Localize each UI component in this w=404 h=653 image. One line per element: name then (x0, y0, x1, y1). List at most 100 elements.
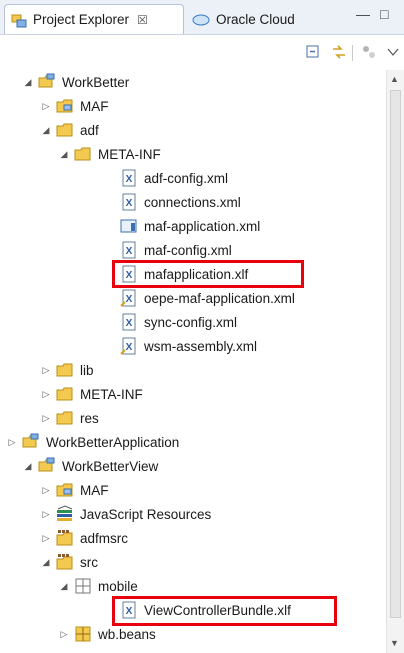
svg-text:X: X (126, 174, 133, 185)
source-folder-icon (56, 529, 74, 547)
tree-item-workbetterview[interactable]: ◢ WorkBetterView (22, 454, 158, 478)
maximize-icon[interactable]: □ (380, 6, 388, 22)
collapsed-arrow-icon[interactable]: ▷ (40, 484, 52, 496)
tree-item-label: ViewControllerBundle.xlf (144, 602, 291, 618)
tree-item-label: JavaScript Resources (80, 506, 212, 522)
collapsed-arrow-icon[interactable]: ▷ (40, 508, 52, 520)
svg-text:X: X (126, 198, 133, 209)
tree-item-label: adf (80, 122, 99, 138)
expanded-arrow-icon[interactable]: ◢ (40, 556, 52, 568)
collapsed-arrow-icon[interactable]: ▷ (58, 628, 70, 640)
xml-file-icon: X (120, 289, 138, 307)
link-with-editor-icon[interactable] (330, 43, 348, 61)
maf-folder-icon (56, 481, 74, 499)
svg-text:X: X (126, 294, 133, 305)
cloud-icon (192, 12, 210, 26)
expanded-arrow-icon[interactable]: ◢ (58, 580, 70, 592)
tree-item-adf-config[interactable]: X adf-config.xml (120, 166, 228, 190)
tree-item-javascript-resources[interactable]: ▷ JavaScript Resources (40, 502, 211, 526)
tree-item-wsm-assembly[interactable]: X wsm-assembly.xml (120, 334, 257, 358)
tab-project-explorer-label: Project Explorer (33, 12, 130, 27)
svg-text:X: X (126, 606, 133, 617)
tree-item-connections[interactable]: X connections.xml (120, 190, 241, 214)
tree-item-label: lib (80, 362, 94, 378)
tree-item-meta-inf-root[interactable]: ▷ META-INF (40, 382, 143, 406)
minimize-icon[interactable]: — (356, 6, 370, 22)
tree-item-workbetterapplication[interactable]: ▷ WorkBetterApplication (6, 430, 179, 454)
javascript-resources-icon (56, 505, 74, 523)
collapsed-arrow-icon[interactable]: ▷ (40, 412, 52, 424)
xml-file-icon: X (120, 169, 138, 187)
tree-item-label: wsm-assembly.xml (144, 338, 258, 354)
tree-item-src[interactable]: ◢ src (40, 550, 98, 574)
tree-item-label: sync-config.xml (144, 314, 238, 330)
tree-item-wb-beans[interactable]: ▷ wb.beans (58, 622, 156, 646)
tree-item-label: META-INF (98, 146, 161, 162)
view-menu-icon[interactable] (384, 43, 402, 61)
collapsed-arrow-icon[interactable]: ▷ (6, 436, 18, 448)
tree-item-lib[interactable]: ▷ lib (40, 358, 94, 382)
expanded-arrow-icon[interactable]: ◢ (58, 148, 70, 160)
tree-item-sync-config[interactable]: X sync-config.xml (120, 310, 237, 334)
xml-file-icon: X (120, 337, 138, 355)
project-folder-icon (22, 433, 40, 451)
tree-item-label: WorkBetterApplication (46, 434, 180, 450)
tree-item-adf[interactable]: ◢ adf (40, 118, 99, 142)
tree-item-maf-application[interactable]: maf-application.xml (120, 214, 260, 238)
scroll-up-icon[interactable]: ▲ (390, 74, 399, 84)
close-icon[interactable]: ☒ (137, 13, 148, 27)
folder-icon (74, 145, 92, 163)
collapsed-arrow-icon[interactable]: ▷ (40, 364, 52, 376)
tree-item-label: oepe-maf-application.xml (144, 290, 295, 306)
tree-item-label: MAF (80, 482, 109, 498)
tree-item-res[interactable]: ▷ res (40, 406, 99, 430)
collapsed-arrow-icon[interactable]: ▷ (40, 388, 52, 400)
tree-item-label: mafapplication.xlf (144, 266, 249, 282)
tree-item-oepe-maf-application[interactable]: X oepe-maf-application.xml (120, 286, 295, 310)
project-folder-icon (38, 457, 56, 475)
scrollbar-thumb[interactable] (390, 90, 401, 618)
tree-item-maf-config[interactable]: X maf-config.xml (120, 238, 232, 262)
svg-text:X: X (126, 270, 133, 281)
tree-item-adfmsrc[interactable]: ▷ adfmsrc (40, 526, 128, 550)
tree-item-mobile[interactable]: ◢ mobile (58, 574, 138, 598)
tree-item-maf-view[interactable]: ▷ MAF (40, 478, 109, 502)
project-tree: ◢ WorkBetter ▷ MAF ◢ adf ◢ META-INF X ad… (0, 70, 386, 653)
project-explorer-icon (11, 12, 27, 28)
folder-icon (56, 409, 74, 427)
package-icon (74, 625, 92, 643)
xml-file-icon: X (120, 241, 138, 259)
filter-icon[interactable] (360, 43, 378, 61)
tree-item-viewcontrollerbundle[interactable]: X ViewControllerBundle.xlf (120, 598, 291, 622)
source-folder-icon (56, 553, 74, 571)
xml-file-icon: X (120, 193, 138, 211)
maf-app-file-icon (120, 217, 138, 235)
svg-text:X: X (126, 318, 133, 329)
expanded-arrow-icon[interactable]: ◢ (22, 460, 34, 472)
tree-item-label: maf-application.xml (144, 218, 261, 234)
scroll-down-icon[interactable]: ▼ (390, 638, 399, 648)
tree-item-label: MAF (80, 98, 109, 114)
toolbar-separator (352, 45, 353, 61)
tree-item-label: src (80, 554, 98, 570)
vertical-scrollbar[interactable]: ▲ ▼ (386, 70, 404, 653)
folder-icon (56, 361, 74, 379)
tree-item-label: connections.xml (144, 194, 241, 210)
maf-folder-icon (56, 97, 74, 115)
xml-file-icon: X (120, 601, 138, 619)
collapsed-arrow-icon[interactable]: ▷ (40, 532, 52, 544)
tree-item-meta-inf[interactable]: ◢ META-INF (58, 142, 161, 166)
tab-oracle-cloud[interactable]: Oracle Cloud (188, 4, 338, 34)
expanded-arrow-icon[interactable]: ◢ (40, 124, 52, 136)
tree-item-mafapplication-xlf[interactable]: X mafapplication.xlf (120, 262, 248, 286)
collapsed-arrow-icon[interactable]: ▷ (40, 100, 52, 112)
tab-project-explorer[interactable]: Project Explorer ☒ (4, 4, 184, 34)
expanded-arrow-icon[interactable]: ◢ (22, 76, 34, 88)
tree-item-workbetter[interactable]: ◢ WorkBetter (22, 70, 129, 94)
tree-item-maf[interactable]: ▷ MAF (40, 94, 109, 118)
tree-item-label: res (80, 410, 99, 426)
view-tab-bar: Project Explorer ☒ Oracle Cloud — □ (0, 0, 404, 35)
view-toolbar (0, 35, 404, 69)
collapse-all-icon[interactable] (304, 43, 322, 61)
xml-file-icon: X (120, 265, 138, 283)
